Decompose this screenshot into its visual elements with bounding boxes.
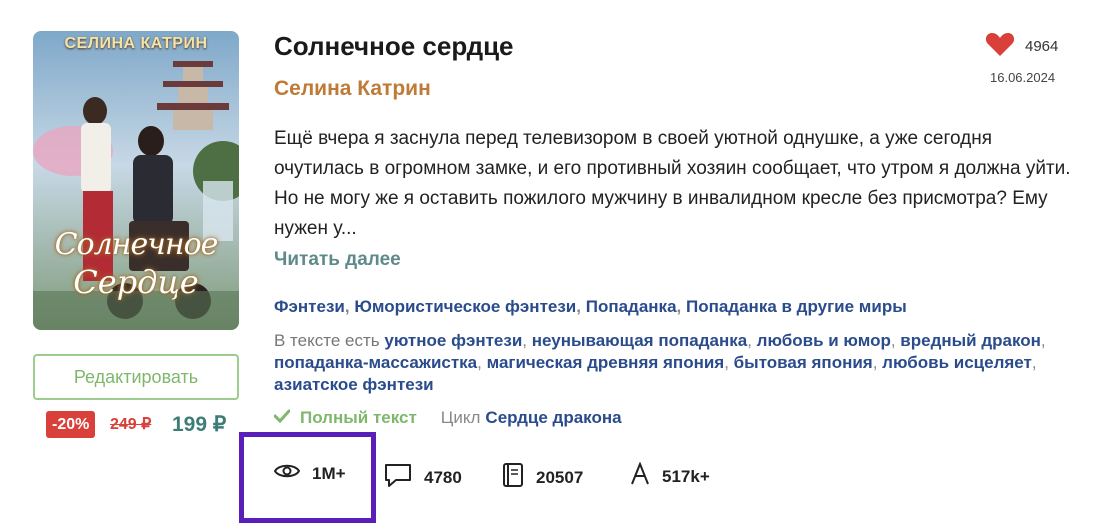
- book-description: Ещё вчера я заснула перед телевизором в …: [274, 128, 1071, 239]
- check-icon: [273, 408, 291, 428]
- tag-link[interactable]: бытовая япония: [734, 353, 873, 372]
- pages-count: 20507: [536, 467, 584, 487]
- read-more-link[interactable]: Читать далее: [274, 249, 401, 271]
- cycle-link[interactable]: Сердце дракона: [485, 408, 621, 428]
- book-icon: [502, 462, 524, 493]
- pages-stat: 20507: [502, 462, 583, 493]
- characters-count: 517k+: [662, 466, 710, 486]
- cover-title-line1: Солнечное: [54, 227, 219, 262]
- comments-count: 4780: [424, 467, 462, 487]
- tag-link[interactable]: неунывающая попаданка: [532, 331, 747, 350]
- cover-author-text: СЕЛИНА КАТРИН: [64, 35, 208, 52]
- tag-link[interactable]: любовь исцеляет: [882, 353, 1032, 372]
- old-price: 249 ₽: [110, 416, 152, 433]
- tag-link[interactable]: попаданка-массажистка: [274, 353, 477, 372]
- new-price: 199 ₽: [172, 413, 227, 436]
- book-title[interactable]: Солнечное сердце: [274, 31, 514, 62]
- publish-date: 16.06.2024: [990, 70, 1056, 85]
- tag-link[interactable]: уютное фэнтези: [384, 331, 522, 350]
- genre-list: Фэнтези, Юмористическое фэнтези, Попадан…: [274, 297, 907, 316]
- tag-link[interactable]: любовь и юмор: [757, 331, 891, 350]
- views-stat: 1M+: [273, 462, 346, 485]
- views-count: 1M+: [312, 463, 346, 483]
- tag-link[interactable]: азиатское фэнтези: [274, 375, 434, 394]
- status-row: Полный текст Цикл Сердце дракона: [273, 408, 622, 428]
- likes: 4964: [985, 31, 1058, 62]
- characters-stat: 517k+: [630, 461, 710, 491]
- eye-icon: [273, 462, 301, 485]
- comments-stat: 4780: [384, 462, 462, 493]
- genre-link[interactable]: Попаданка: [586, 297, 677, 316]
- tags-prefix: В тексте есть: [274, 331, 380, 350]
- genre-link[interactable]: Попаданка в другие миры: [686, 297, 907, 316]
- cover-title-line2: Сердце: [73, 263, 199, 301]
- comment-icon: [384, 462, 412, 493]
- font-icon: [630, 461, 650, 491]
- tag-link[interactable]: вредный дракон: [900, 331, 1041, 350]
- likes-count: 4964: [1025, 38, 1059, 55]
- book-cover[interactable]: СЕЛИНА КАТРИН Солнечное Сердце: [33, 31, 239, 330]
- tag-link[interactable]: магическая древняя япония: [487, 353, 725, 372]
- cycle-label: Цикл: [440, 408, 481, 427]
- edit-button[interactable]: Редактировать: [33, 354, 239, 400]
- heart-icon[interactable]: [985, 31, 1015, 62]
- full-text-status: Полный текст: [300, 408, 417, 427]
- genre-link[interactable]: Фэнтези: [274, 297, 345, 316]
- book-author[interactable]: Селина Катрин: [274, 77, 431, 101]
- genre-link[interactable]: Юмористическое фэнтези: [354, 297, 576, 316]
- tag-list: В тексте есть уютное фэнтези, неунывающа…: [274, 331, 1046, 394]
- discount-badge: -20%: [46, 411, 96, 438]
